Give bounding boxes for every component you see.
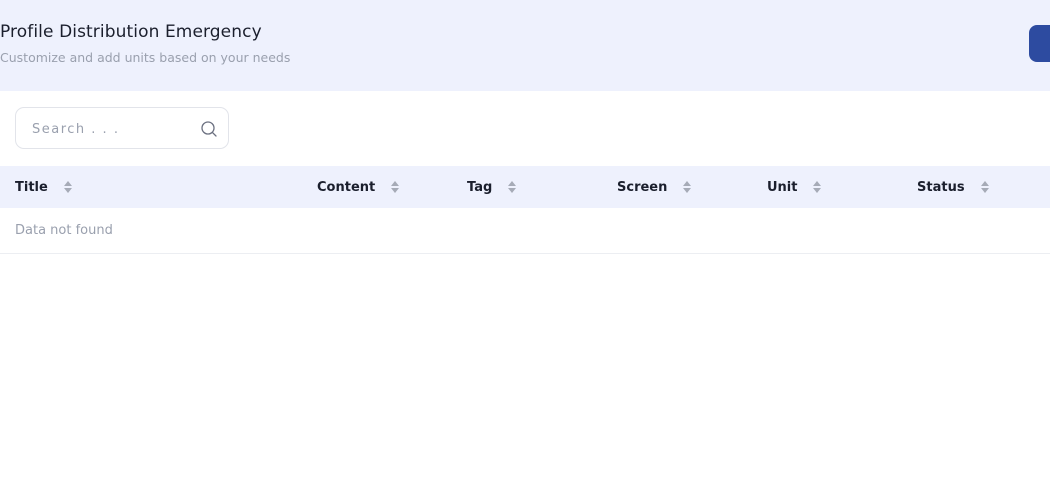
sort-icon[interactable] [980,181,989,193]
sort-icon[interactable] [63,181,72,193]
column-header-status[interactable]: Status [917,166,989,208]
content-panel: Title Content Tag Screen [0,91,1050,500]
page-title: Profile Distribution Emergency [0,22,262,42]
column-header-unit[interactable]: Unit [767,166,822,208]
column-header-content[interactable]: Content [317,166,400,208]
search-box[interactable] [15,107,229,149]
column-header-title[interactable]: Title [15,166,72,208]
add-unit-button[interactable] [1029,25,1050,62]
sort-icon[interactable] [683,181,692,193]
column-label: Content [317,179,376,195]
column-label: Tag [467,179,493,195]
sort-icon[interactable] [391,181,400,193]
sort-icon[interactable] [813,181,822,193]
search-icon[interactable] [200,120,218,138]
column-header-screen[interactable]: Screen [617,166,692,208]
column-header-tag[interactable]: Tag [467,166,517,208]
page-header: Profile Distribution Emergency Customize… [0,0,1050,91]
column-label: Unit [767,179,798,195]
empty-state-message: Data not found [15,223,113,238]
column-label: Screen [617,179,668,195]
page: Profile Distribution Emergency Customize… [0,0,1050,500]
table-header: Title Content Tag Screen Unit Status [0,166,1050,208]
column-label: Status [917,179,965,195]
sort-icon[interactable] [508,181,517,193]
page-subtitle: Customize and add units based on your ne… [0,50,291,65]
table-empty-row: Data not found [0,208,1050,254]
search-input[interactable] [32,119,192,139]
column-label: Title [15,179,48,195]
